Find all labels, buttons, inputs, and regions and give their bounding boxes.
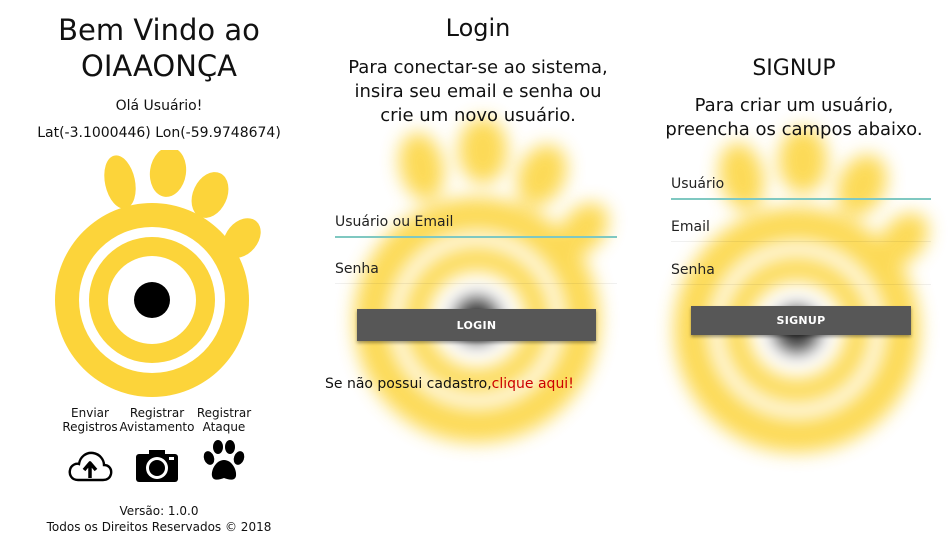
login-password-input[interactable]	[335, 261, 617, 284]
signup-instructions-line2: preencha os campos abaixo.	[665, 119, 923, 140]
register-attack-button[interactable]: Registrar Ataque	[184, 406, 264, 484]
user-greeting: Olá Usuário!	[115, 98, 203, 114]
login-instructions-line2: insira seu email e senha ou	[354, 81, 602, 102]
camera-icon	[136, 450, 178, 482]
signup-instructions: Para criar um usuário, preencha os campo…	[638, 94, 950, 142]
signup-email-input[interactable]	[671, 219, 931, 242]
paw-icon	[203, 440, 245, 480]
login-button[interactable]: LOGIN	[357, 309, 596, 341]
register-link[interactable]: clique aqui!	[492, 376, 574, 392]
signup-instructions-line1: Para criar um usuário,	[694, 95, 894, 116]
home-screen: Bem Vindo ao OIAAONÇA Olá Usuário! Lat(-…	[0, 0, 318, 543]
welcome-title-line1: Bem Vindo ao	[58, 13, 260, 47]
signup-button[interactable]: SIGNUP	[691, 306, 911, 335]
login-user-input[interactable]	[335, 214, 617, 238]
register-attack-label-1: Registrar	[196, 406, 252, 420]
login-title: Login	[445, 14, 511, 42]
welcome-title: Bem Vindo ao OIAAONÇA	[0, 12, 318, 84]
register-attack-label-2: Ataque	[202, 420, 246, 434]
paw-eye-logo	[55, 150, 261, 397]
register-prompt: Se não possui cadastro,clique aqui!	[325, 376, 574, 392]
register-prompt-text: Se não possui cadastro,	[325, 376, 492, 392]
login-screen: Login Para conectar-se ao sistema, insir…	[318, 0, 638, 543]
copyright-text: Todos os Direitos Reservados © 2018	[46, 520, 272, 534]
login-instructions: Para conectar-se ao sistema, insira seu …	[318, 56, 638, 128]
app-version: Versão: 1.0.0	[119, 504, 199, 518]
cloud-upload-icon	[68, 451, 113, 482]
login-instructions-line3: crie um novo usuário.	[380, 105, 576, 126]
signup-title: SIGNUP	[752, 56, 836, 81]
signup-password-input[interactable]	[671, 262, 931, 285]
app-name: OIAAONÇA	[81, 49, 237, 83]
coordinates-readout: Lat(-3.1000446) Lon(-59.9748674)	[37, 125, 281, 141]
login-instructions-line1: Para conectar-se ao sistema,	[348, 57, 608, 78]
signup-user-input[interactable]	[671, 176, 931, 200]
signup-screen: SIGNUP Para criar um usuário, preencha o…	[638, 0, 950, 543]
